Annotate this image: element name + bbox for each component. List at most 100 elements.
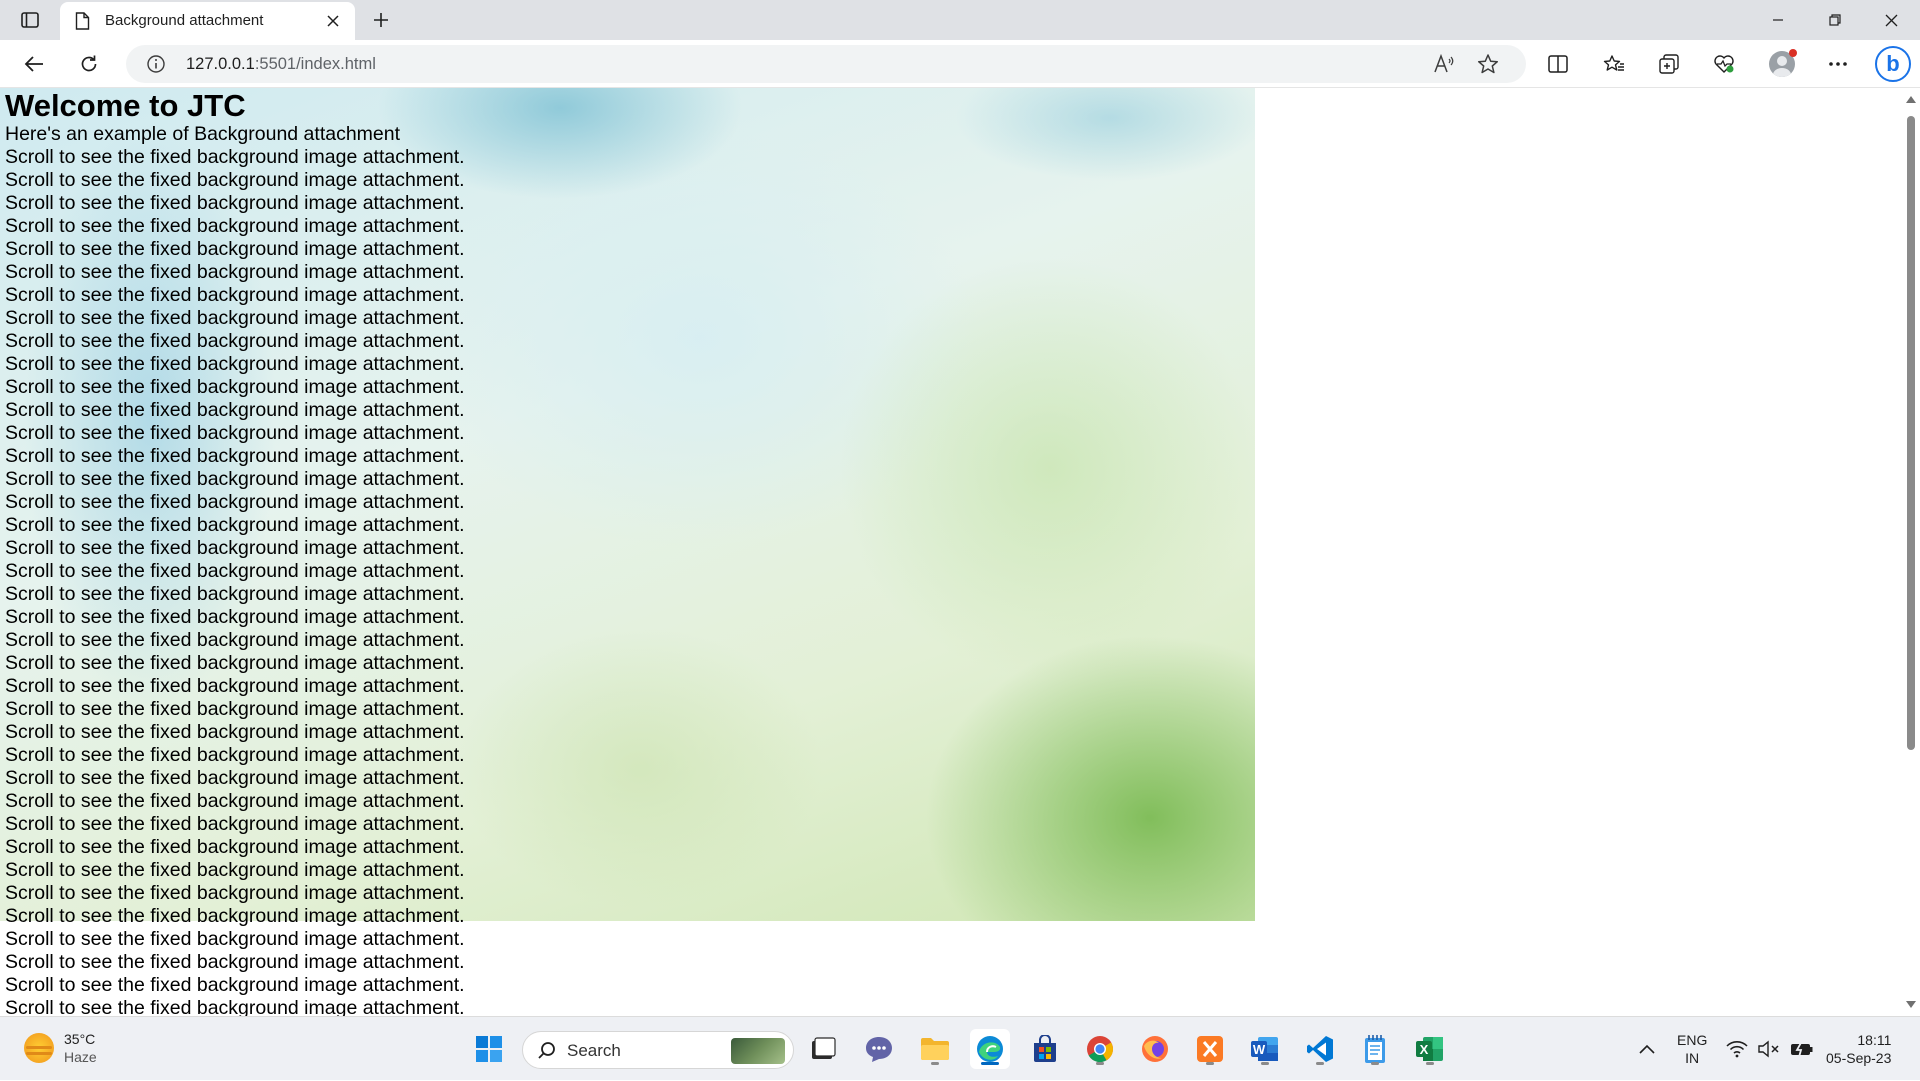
chat-icon [866,1037,892,1062]
edge-icon [977,1036,1003,1062]
minimize-button[interactable] [1749,0,1806,40]
excel-icon: X [1416,1037,1443,1061]
language-indicator[interactable]: ENG IN [1677,1017,1707,1081]
chrome-button[interactable] [1080,1029,1120,1069]
scroll-text-line: Scroll to see the fixed background image… [5,330,465,352]
scroll-text-line: Scroll to see the fixed background image… [5,790,465,812]
collections-button[interactable] [1653,48,1685,80]
window-controls [1749,0,1920,40]
scroll-up-arrow[interactable] [1906,96,1916,103]
file-explorer-button[interactable] [915,1029,955,1069]
bing-icon: b [1875,46,1911,82]
taskbar-search[interactable]: Search [522,1031,794,1069]
speaker-muted-icon [1758,1040,1779,1058]
restore-icon [1828,14,1841,26]
site-info-icon[interactable] [146,54,166,74]
close-window-button[interactable] [1863,0,1920,40]
refresh-icon [81,55,97,72]
microsoft-store-button[interactable] [1025,1029,1065,1069]
weather-widget[interactable]: 35°C Haze [24,1030,97,1066]
address-bar[interactable]: 127.0.0.1:5501/index.html [126,45,1526,83]
firefox-button[interactable] [1135,1029,1175,1069]
battery-charging-icon [1791,1040,1813,1058]
split-screen-button[interactable] [1542,48,1574,80]
scroll-text-line: Scroll to see the fixed background image… [5,445,465,467]
scroll-text-line: Scroll to see the fixed background image… [5,629,465,651]
read-aloud-button[interactable] [1432,52,1456,76]
favorite-star-button[interactable] [1476,52,1500,76]
running-indicator [1096,1062,1104,1065]
scroll-text-line: Scroll to see the fixed background image… [5,698,465,720]
plus-icon [374,13,388,27]
windows-taskbar: 35°C Haze Search W X ENG IN 18:11 05-Sep… [0,1016,1920,1080]
scroll-text-line: Scroll to see the fixed background image… [5,606,465,628]
scroll-text-line: Scroll to see the fixed background image… [5,767,465,789]
scroll-text-line: Scroll to see the fixed background image… [5,859,465,881]
browser-toolbar: 127.0.0.1:5501/index.html b [0,40,1920,88]
scroll-down-arrow[interactable] [1906,1001,1916,1008]
search-highlight-image [731,1038,785,1064]
excel-button[interactable]: X [1410,1029,1450,1069]
store-icon [1034,1035,1056,1062]
xampp-icon [1197,1036,1223,1062]
page-viewport[interactable]: Welcome to JTC Here's an example of Back… [0,88,1920,1016]
scroll-text-line: Scroll to see the fixed background image… [5,422,465,444]
scroll-text-line: Scroll to see the fixed background image… [5,468,465,490]
edge-button[interactable] [970,1029,1010,1069]
show-hidden-icons-button[interactable] [1638,1017,1656,1081]
active-tab[interactable]: Background attachment [60,2,355,40]
search-placeholder: Search [567,1041,621,1060]
task-view-button[interactable] [803,1029,843,1069]
heart-pulse-icon [1714,55,1734,73]
wifi-icon [1726,1041,1748,1058]
bing-copilot-button[interactable]: b [1873,44,1913,84]
scroll-text-line: Scroll to see the fixed background image… [5,974,465,996]
scroll-text-line: Scroll to see the fixed background image… [5,491,465,513]
xampp-button[interactable] [1190,1029,1230,1069]
vertical-scrollbar[interactable] [1902,88,1920,1016]
new-tab-button[interactable] [367,7,395,33]
clock[interactable]: 18:11 05-Sep-23 [1826,1017,1891,1081]
scroll-text-line: Scroll to see the fixed background image… [5,836,465,858]
running-indicator [1371,1062,1379,1065]
profile-button[interactable] [1766,48,1798,80]
browser-tabstrip: Background attachment [0,0,1920,40]
teams-chat-button[interactable] [859,1029,899,1069]
scroll-text-line: Scroll to see the fixed background image… [5,537,465,559]
word-button[interactable]: W [1245,1029,1285,1069]
favorites-button[interactable] [1598,48,1630,80]
close-window-icon [1885,14,1898,26]
read-aloud-icon [1434,54,1454,73]
page-heading: Welcome to JTC [5,88,246,123]
url-host: 127.0.0.1 [186,55,255,73]
url-text[interactable]: 127.0.0.1:5501/index.html [186,55,376,74]
weather-temperature: 35°C [64,1031,96,1047]
notepad-button[interactable] [1355,1029,1395,1069]
notepad-icon [1365,1035,1385,1063]
notification-dot [1789,49,1797,57]
quick-settings-button[interactable] [1726,1017,1814,1081]
scrollbar-thumb[interactable] [1907,116,1915,750]
intro-text: Here's an example of Background attachme… [5,123,401,145]
close-tab-button[interactable] [323,11,343,31]
windows-logo-icon [476,1036,502,1062]
back-button[interactable] [18,48,50,80]
running-indicator [931,1062,939,1065]
browser-essentials-button[interactable] [1708,48,1740,80]
vscode-button[interactable] [1300,1029,1340,1069]
scroll-text-line: Scroll to see the fixed background image… [5,514,465,536]
scroll-text-line: Scroll to see the fixed background image… [5,192,465,214]
vscode-icon [1307,1036,1333,1062]
start-button[interactable] [469,1029,509,1069]
tab-actions-button[interactable] [14,7,46,33]
split-screen-icon [1548,55,1568,73]
refresh-button[interactable] [73,48,105,80]
favorites-icon [1603,55,1624,71]
settings-menu-button[interactable] [1822,48,1854,80]
collections-icon [1659,54,1679,74]
minimize-icon [1772,19,1783,21]
haze-sun-icon [24,1033,54,1063]
scroll-lines: Scroll to see the fixed background image… [5,146,465,1016]
scroll-text-line: Scroll to see the fixed background image… [5,813,465,835]
restore-button[interactable] [1806,0,1863,40]
